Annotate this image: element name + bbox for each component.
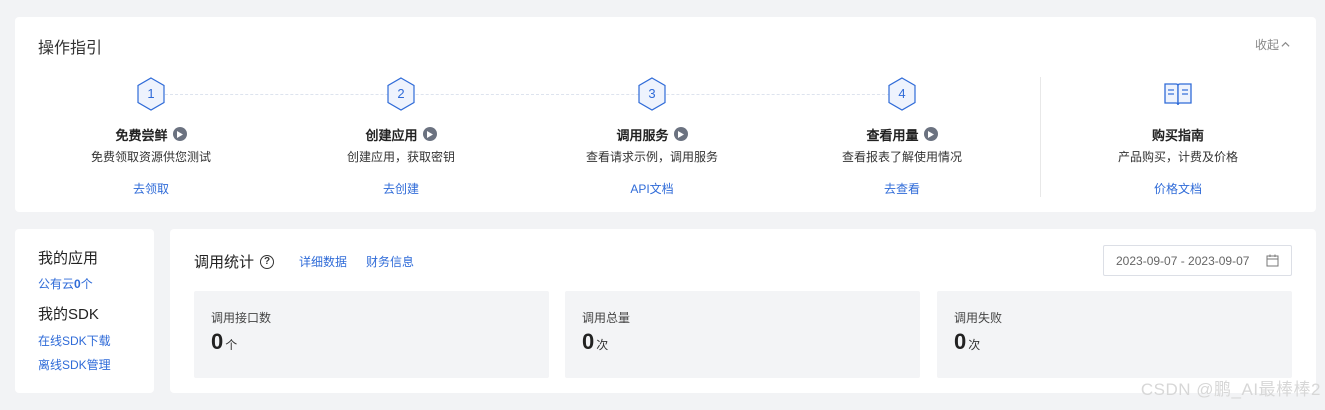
step-number-badge: 2: [386, 77, 416, 111]
tab-detail-data[interactable]: 详细数据: [299, 253, 347, 270]
step-number: 3: [648, 86, 656, 101]
offline-sdk-link[interactable]: 离线SDK管理: [38, 356, 111, 373]
operation-guide-card: 操作指引 收起 1 免费尝鲜 免费领取资源供您测试 去领取 2 创建应用 创建应…: [15, 17, 1316, 212]
play-icon[interactable]: [172, 127, 187, 141]
step-name: 调用服务: [616, 127, 669, 143]
step-name: 创建应用: [365, 127, 418, 143]
book-icon: [1163, 77, 1193, 111]
date-range-picker[interactable]: 2023-09-07 - 2023-09-07: [1103, 245, 1292, 276]
question-circle-icon[interactable]: ?: [260, 254, 275, 269]
step-number-badge: 1: [136, 77, 166, 111]
view-usage-link[interactable]: 去查看: [884, 180, 920, 197]
step-desc: 查看报表了解使用情况: [841, 150, 962, 164]
purchase-name: 购买指南: [1151, 127, 1204, 143]
guide-title: 操作指引: [38, 40, 103, 57]
metric-value: 0: [582, 329, 595, 354]
public-cloud-label: 公有云: [38, 277, 75, 291]
public-cloud-link[interactable]: 公有云0个: [38, 275, 93, 292]
step-desc: 免费领取资源供您测试: [90, 150, 211, 164]
calendar-icon: [1266, 254, 1279, 267]
stats-title: 调用统计: [194, 254, 255, 271]
create-link[interactable]: 去创建: [383, 180, 419, 197]
metric-total-calls: 调用总量 0次: [565, 291, 920, 378]
metric-value: 0: [954, 329, 967, 354]
guide-step-3: 3 调用服务 查看请求示例，调用服务 API文档: [542, 77, 762, 198]
step-number: 2: [397, 86, 405, 101]
step-number: 4: [898, 86, 906, 101]
play-icon[interactable]: [673, 127, 688, 141]
collapse-label: 收起: [1254, 38, 1279, 52]
metric-unit: 次: [596, 338, 609, 352]
price-doc-link[interactable]: 价格文档: [1154, 180, 1202, 197]
step-name: 查看用量: [866, 127, 919, 143]
api-doc-link[interactable]: API文档: [630, 180, 673, 197]
watermark: CSDN @鹏_AI最棒棒2: [1140, 380, 1321, 399]
metric-label: 调用总量: [582, 311, 631, 325]
guide-step-2: 2 创建应用 创建应用，获取密钥 去创建: [291, 77, 511, 198]
purchase-guide: 购买指南 产品购买，计费及价格 价格文档: [1068, 77, 1288, 198]
my-sdk-title: 我的SDK: [38, 306, 99, 323]
metric-unit: 个: [225, 338, 238, 352]
chevron-up-icon: [1281, 41, 1290, 47]
my-apps-card: 我的应用 公有云0个 我的SDK 在线SDK下载 离线SDK管理: [15, 229, 154, 393]
metric-failed-calls: 调用失败 0次: [937, 291, 1292, 378]
step-desc: 创建应用，获取密钥: [346, 150, 455, 164]
step-number-badge: 3: [637, 77, 667, 111]
step-desc: 查看请求示例，调用服务: [585, 150, 718, 164]
public-cloud-unit: 个: [80, 277, 93, 291]
metric-unit: 次: [968, 338, 981, 352]
my-apps-title: 我的应用: [38, 250, 99, 267]
call-stats-card: 调用统计 ? 详细数据 财务信息 2023-09-07 - 2023-09-07…: [170, 229, 1316, 393]
step-number: 1: [147, 86, 155, 101]
step-name: 免费尝鲜: [115, 127, 168, 143]
public-cloud-count: 0: [74, 277, 81, 291]
metric-label: 调用接口数: [211, 311, 272, 325]
guide-divider: [1040, 77, 1041, 197]
step-number-badge: 4: [887, 77, 917, 111]
play-icon[interactable]: [923, 127, 938, 141]
purchase-desc: 产品购买，计费及价格: [1117, 150, 1238, 164]
play-icon[interactable]: [422, 127, 437, 141]
claim-link[interactable]: 去领取: [133, 180, 169, 197]
metric-api-count: 调用接口数 0个: [194, 291, 549, 378]
stats-header: 调用统计 ?: [194, 251, 275, 272]
tab-finance-info[interactable]: 财务信息: [366, 253, 414, 270]
guide-step-4: 4 查看用量 查看报表了解使用情况 去查看: [792, 77, 1012, 198]
metric-value: 0: [211, 329, 224, 354]
collapse-button[interactable]: 收起: [1255, 36, 1290, 53]
metric-label: 调用失败: [954, 311, 1003, 325]
date-range-value: 2023-09-07 - 2023-09-07: [1116, 253, 1250, 268]
online-sdk-link[interactable]: 在线SDK下载: [38, 332, 111, 349]
guide-step-1: 1 免费尝鲜 免费领取资源供您测试 去领取: [41, 77, 261, 198]
